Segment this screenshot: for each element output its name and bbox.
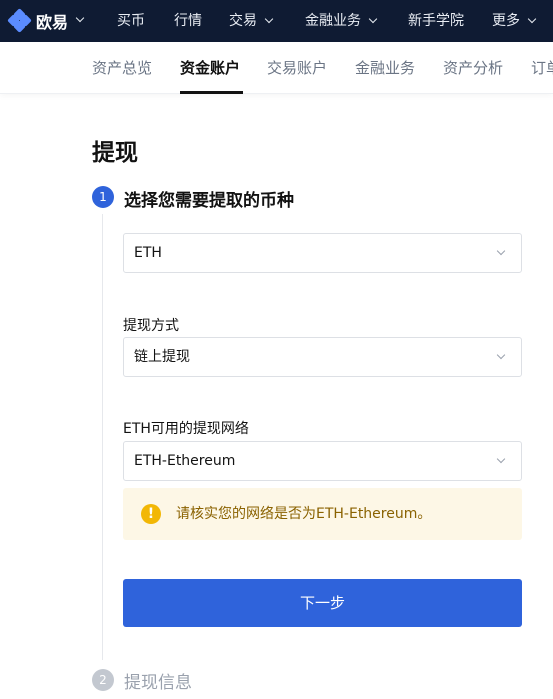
chevron-down-icon <box>496 246 506 256</box>
tab-orders[interactable]: 订单 <box>531 42 553 94</box>
step-1-indicator: 1 <box>92 186 114 208</box>
chevron-down-icon <box>264 14 274 24</box>
nav-item-learn[interactable]: 新手学院 <box>408 0 464 42</box>
withdraw-method-value: 链上提现 <box>134 349 190 365</box>
brand-name: 欧易 <box>36 13 69 32</box>
next-step-button[interactable]: 下一步 <box>123 579 522 627</box>
notice-text: 请核实您的网络是否为ETH-Ethereum。 <box>176 506 432 522</box>
brand-chevron-down-icon[interactable] <box>75 13 85 23</box>
withdraw-method-label: 提现方式 <box>123 318 179 334</box>
tab-asset-analysis[interactable]: 资产分析 <box>443 42 503 94</box>
chevron-down-icon <box>496 350 506 360</box>
step-connector-line <box>102 214 103 660</box>
nav-item-markets[interactable]: 行情 <box>174 0 202 42</box>
chevron-down-icon <box>496 454 506 464</box>
network-warning-notice: ! 请核实您的网络是否为ETH-Ethereum。 <box>123 488 522 540</box>
step-2-label: 提现信息 <box>124 673 192 693</box>
nav-item-more[interactable]: 更多 <box>492 0 537 42</box>
account-tabs: 资产总览 资金账户 交易账户 金融业务 资产分析 订单 <box>0 42 553 94</box>
nav-item-finance[interactable]: 金融业务 <box>305 0 378 42</box>
step-2-indicator: 2 <box>92 669 114 691</box>
warning-icon: ! <box>141 504 161 524</box>
okx-logo-icon <box>7 8 32 33</box>
coin-select-value: ETH <box>134 245 162 261</box>
tab-asset-overview[interactable]: 资产总览 <box>92 42 152 94</box>
tab-financial-services[interactable]: 金融业务 <box>355 42 415 94</box>
tab-funding-account[interactable]: 资金账户 <box>180 42 240 94</box>
network-select[interactable]: ETH-Ethereum <box>123 441 522 481</box>
step-1-label: 选择您需要提取的币种 <box>124 191 294 211</box>
coin-select[interactable]: ETH <box>123 233 522 273</box>
active-tab-indicator <box>180 91 243 94</box>
nav-item-buy-crypto[interactable]: 买币 <box>117 0 145 42</box>
page-title: 提现 <box>92 140 138 166</box>
network-label: ETH可用的提现网络 <box>123 421 249 437</box>
tab-trading-account[interactable]: 交易账户 <box>267 42 327 94</box>
withdraw-method-select[interactable]: 链上提现 <box>123 337 522 377</box>
brand-logo[interactable]: 欧易 <box>7 8 85 33</box>
network-select-value: ETH-Ethereum <box>134 453 236 469</box>
chevron-down-icon <box>527 14 537 24</box>
chevron-down-icon <box>368 14 378 24</box>
nav-item-trade[interactable]: 交易 <box>229 0 274 42</box>
top-nav: 欧易 买币 行情 交易 金融业务 新手学院 更多 <box>0 0 553 42</box>
